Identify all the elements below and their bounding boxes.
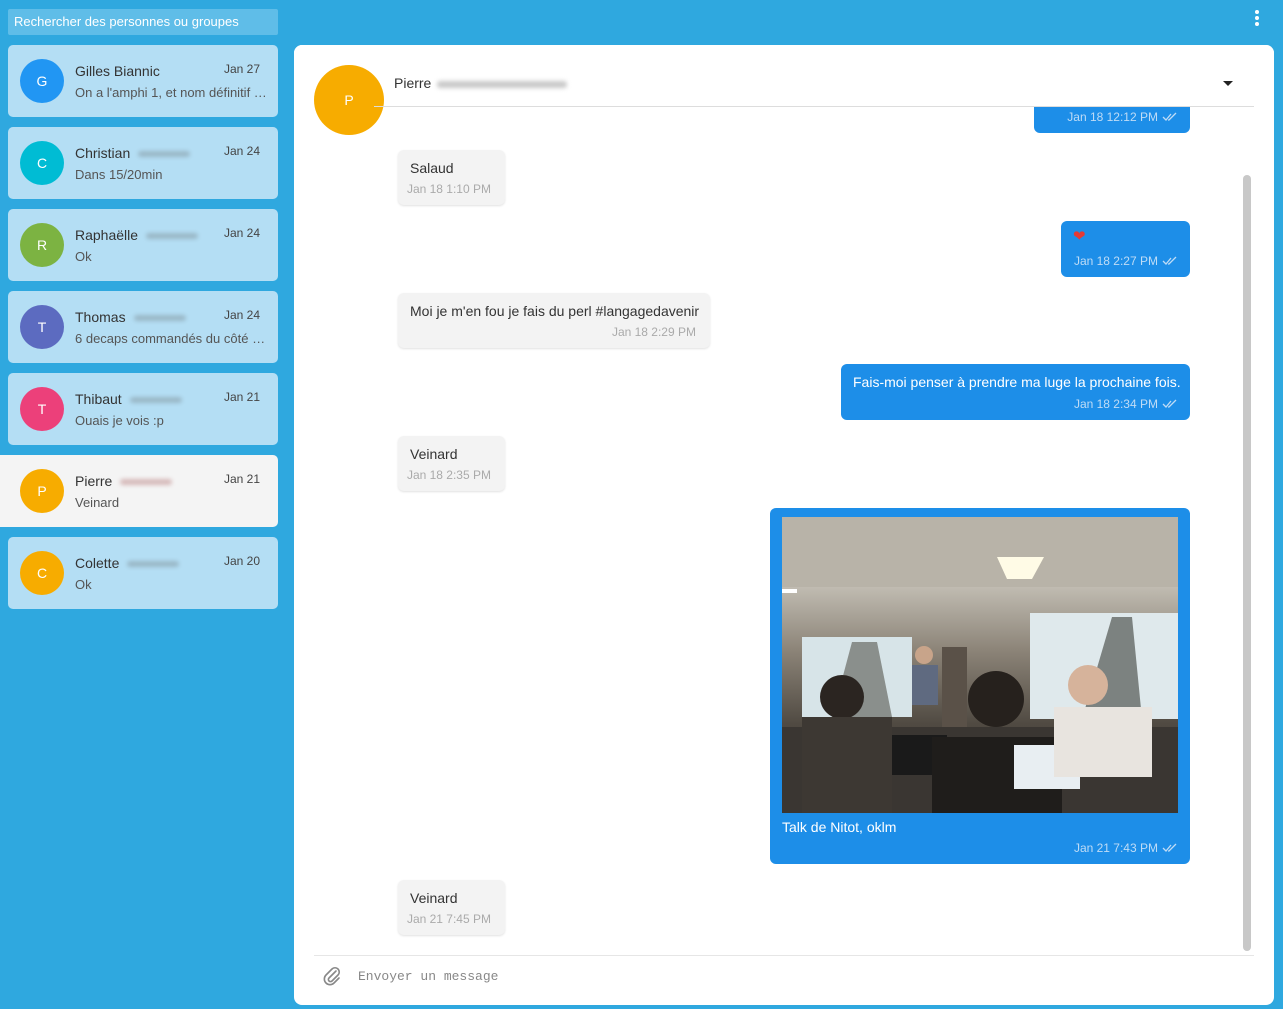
message-time: Jan 21 7:43 PM xyxy=(1073,841,1158,855)
redacted-surname xyxy=(437,80,568,88)
conversation-preview: Veinard xyxy=(75,495,120,510)
conversation-name: Christian xyxy=(75,145,191,161)
conversation-name: Raphaëlle xyxy=(75,227,199,243)
avatar: C xyxy=(20,551,64,595)
message-incoming: Veinard Jan 18 2:35 PM xyxy=(398,436,505,491)
conversation-name: Colette xyxy=(75,555,180,571)
compose-divider xyxy=(314,955,1254,956)
conversation-date: Jan 24 xyxy=(223,144,260,158)
contact-avatar: P xyxy=(314,65,384,135)
conversation-name: Thibaut xyxy=(75,391,182,407)
image-caption: Talk de Nitot, oklm xyxy=(782,819,897,835)
conversation-item[interactable]: T Thibaut Jan 21 Ouais je vois :p xyxy=(8,373,278,445)
avatar: T xyxy=(20,387,64,431)
avatar: R xyxy=(20,223,64,267)
redacted-surname xyxy=(133,315,186,322)
message-outgoing-image: Talk de Nitot, oklm Jan 21 7:43 PM xyxy=(770,508,1190,864)
message-text: Veinard xyxy=(410,446,458,462)
redacted-surname xyxy=(138,151,191,158)
conversation-item[interactable]: G Gilles Biannic Jan 27 On a l'amphi 1, … xyxy=(8,45,278,117)
message-time: Jan 18 2:34 PM xyxy=(1073,397,1158,411)
conversation-date: Jan 21 xyxy=(223,472,260,486)
redacted-surname xyxy=(127,561,180,568)
conversation-date: Jan 24 xyxy=(223,308,260,322)
read-receipt-icon xyxy=(1162,843,1177,852)
conversation-date: Jan 24 xyxy=(223,226,260,240)
conversation-name: Pierre xyxy=(75,473,173,489)
redacted-surname xyxy=(129,397,182,404)
conversation-name: Thomas xyxy=(75,309,186,325)
avatar: P xyxy=(20,469,64,513)
message-outgoing: Fais-moi penser à prendre ma luge la pro… xyxy=(841,364,1190,420)
message-time: Jan 21 7:45 PM xyxy=(406,912,491,926)
conversation-preview: Ok xyxy=(75,249,92,264)
message-incoming: Moi je m'en fou je fais du perl #langage… xyxy=(398,293,710,348)
conversation-item[interactable]: R Raphaëlle Jan 24 Ok xyxy=(8,209,278,281)
conversation-name: Gilles Biannic xyxy=(75,63,160,79)
scrollbar[interactable] xyxy=(1243,175,1251,951)
chat-panel: P Pierre Jan 18 12:12 PM Salaud Jan 18 1… xyxy=(294,45,1274,1005)
heart-icon: ❤ xyxy=(1073,228,1086,245)
message-incoming: Veinard Jan 21 7:45 PM xyxy=(398,880,505,935)
message-text: Veinard xyxy=(410,890,458,906)
conversation-item[interactable]: T Thomas Jan 24 6 decaps commandés du cô… xyxy=(8,291,278,363)
conversation-date: Jan 21 xyxy=(223,390,260,404)
message-time: Jan 18 2:27 PM xyxy=(1073,254,1158,268)
message-input[interactable] xyxy=(358,963,1218,989)
message-text: Fais-moi penser à prendre ma luge la pro… xyxy=(853,374,1181,390)
read-receipt-icon xyxy=(1162,399,1177,408)
message-text: Salaud xyxy=(410,160,454,176)
message-time: Jan 18 1:10 PM xyxy=(406,182,491,196)
conversation-item-active[interactable]: P Pierre Jan 21 Veinard xyxy=(0,455,278,527)
message-text: Moi je m'en fou je fais du perl #langage… xyxy=(410,303,700,319)
message-time: Jan 18 12:12 PM xyxy=(1067,110,1158,124)
message-time: Jan 18 2:29 PM xyxy=(611,325,696,339)
conversation-item[interactable]: C Christian Jan 24 Dans 15/20min xyxy=(8,127,278,199)
avatar: T xyxy=(20,305,64,349)
redacted-surname xyxy=(146,233,199,240)
conference-room-photo[interactable] xyxy=(782,517,1178,813)
avatar: C xyxy=(20,141,64,185)
redacted-surname xyxy=(120,479,173,486)
paperclip-icon[interactable] xyxy=(322,965,342,987)
header-divider xyxy=(374,106,1254,107)
avatar: G xyxy=(20,59,64,103)
read-receipt-icon xyxy=(1162,112,1177,121)
read-receipt-icon xyxy=(1162,256,1177,265)
search-input[interactable] xyxy=(8,9,278,35)
conversation-item[interactable]: C Colette Jan 20 Ok xyxy=(8,537,278,609)
conversation-date: Jan 27 xyxy=(223,62,260,76)
conversation-preview: Ouais je vois :p xyxy=(75,413,164,428)
contact-name: Pierre xyxy=(394,75,568,91)
conversation-date: Jan 20 xyxy=(223,554,260,568)
chevron-down-icon[interactable] xyxy=(1223,81,1233,86)
more-options-icon[interactable] xyxy=(1252,8,1262,28)
conversation-preview: Ok xyxy=(75,577,92,592)
conversation-preview: Dans 15/20min xyxy=(75,167,163,182)
conversation-preview: 6 decaps commandés du côté d… xyxy=(75,331,267,346)
message-time: Jan 18 2:35 PM xyxy=(406,468,491,482)
message-outgoing: ❤ Jan 18 2:27 PM xyxy=(1061,221,1190,277)
message-incoming: Salaud Jan 18 1:10 PM xyxy=(398,150,505,205)
conversation-preview: On a l'amphi 1, et nom définitif "… xyxy=(75,85,267,100)
